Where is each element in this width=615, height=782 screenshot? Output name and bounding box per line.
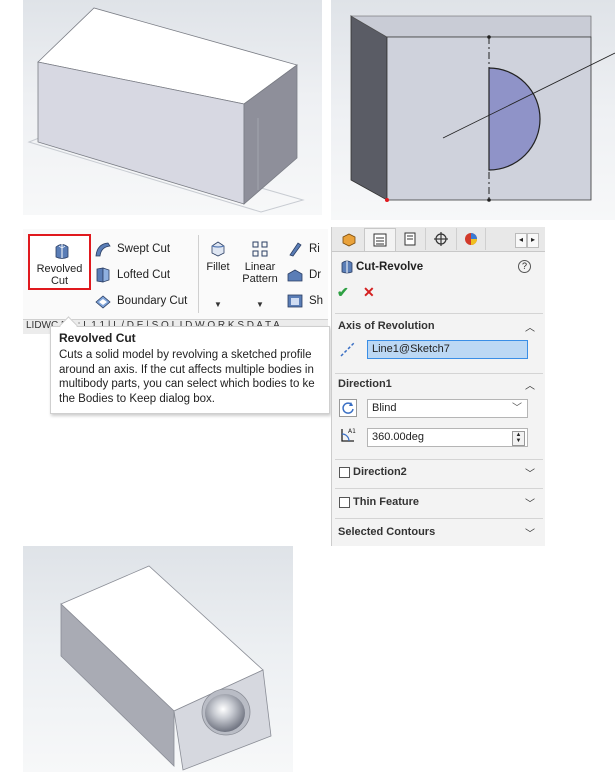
- reverse-direction-button[interactable]: [339, 399, 357, 417]
- chevron-up-icon[interactable]: ︿: [525, 377, 535, 392]
- swept-cut-icon: [95, 242, 111, 257]
- chevron-down-icon[interactable]: ﹀: [525, 465, 535, 480]
- thin-feature-label: Thin Feature: [353, 496, 420, 508]
- configuration-manager-icon: [404, 232, 416, 246]
- ok-button[interactable]: ✔: [337, 284, 349, 301]
- boundary-cut-button[interactable]: Boundary Cut: [94, 292, 187, 310]
- direction2-checkbox[interactable]: [339, 467, 350, 478]
- end-condition-select[interactable]: Blind ﹀: [367, 399, 528, 418]
- separator: [335, 459, 543, 460]
- tab-dimxpert-manager[interactable]: [426, 228, 457, 250]
- angle-value: 360.00deg: [372, 431, 424, 443]
- shell-button[interactable]: Sh: [286, 292, 323, 310]
- separator: [335, 313, 543, 314]
- tooltip-body: Cuts a solid model by revolving a sketch…: [59, 349, 315, 405]
- ribbon-divider: [198, 235, 199, 313]
- linear-pattern-icon: [252, 241, 268, 257]
- boundary-cut-icon: [95, 295, 111, 309]
- graphics-viewport-result[interactable]: [23, 546, 293, 772]
- linear-pattern-label: Linear Pattern: [242, 261, 278, 285]
- rib-icon: [289, 242, 302, 257]
- tab-property-manager[interactable]: [364, 228, 396, 251]
- block-left-face: [350, 15, 388, 201]
- rib-button[interactable]: Ri: [286, 240, 320, 258]
- lofted-cut-icon: [96, 267, 110, 283]
- chevron-down-icon[interactable]: ﹀: [525, 495, 535, 510]
- draft-icon: [287, 269, 303, 282]
- chevron-down-icon[interactable]: ﹀: [525, 525, 535, 540]
- crosshair-icon: [434, 232, 448, 246]
- property-manager-title: Cut-Revolve: [356, 261, 424, 273]
- tooltip-title: Revolved Cut: [59, 331, 136, 345]
- fillet-button[interactable]: Fillet: [204, 240, 232, 273]
- cancel-button[interactable]: ✕: [363, 284, 375, 301]
- draft-button[interactable]: Dr: [286, 266, 321, 284]
- revolved-cut-label: Revolved Cut: [36, 263, 83, 287]
- lofted-cut-button[interactable]: Lofted Cut: [94, 266, 170, 284]
- tabs-scroll-right[interactable]: ▸: [527, 233, 539, 248]
- revolved-cut-button[interactable]: Revolved Cut: [28, 234, 91, 290]
- lofted-cut-label: Lofted Cut: [117, 269, 171, 281]
- cut-revolve-property-manager: ◂ ▸ Cut-Revolve ? ✔ ✕ Axis of Revolution…: [331, 227, 545, 546]
- axis-of-revolution-header[interactable]: Axis of Revolution: [338, 320, 435, 332]
- revolved-cut-icon: [55, 244, 69, 259]
- selected-contours-header[interactable]: Selected Contours: [338, 526, 435, 538]
- axis-selection-field[interactable]: Line1@Sketch7: [367, 340, 528, 359]
- feature-manager-icon: [342, 233, 356, 247]
- fillet-dropdown-arrow[interactable]: ▼: [214, 298, 222, 310]
- shell-label: Sh: [309, 295, 324, 307]
- angle-icon: A1: [341, 428, 356, 442]
- display-manager-icon: [465, 233, 477, 245]
- revolved-cut-hole-inner: [205, 694, 245, 732]
- manager-tabs: ◂ ▸: [332, 227, 545, 252]
- graphics-viewport-sketch[interactable]: [331, 0, 615, 220]
- graphics-viewport-block[interactable]: [23, 0, 322, 215]
- direction2-label: Direction2: [353, 466, 407, 478]
- thin-feature-checkbox[interactable]: [339, 497, 350, 508]
- fillet-icon: [211, 241, 225, 257]
- swept-cut-button[interactable]: Swept Cut: [94, 240, 170, 258]
- draft-label: Dr: [309, 269, 322, 281]
- cut-revolve-icon: [341, 260, 353, 274]
- revolved-cut-tooltip: Revolved Cut Cuts a solid model by revol…: [50, 326, 330, 414]
- origin-point: [385, 198, 389, 202]
- linear-pattern-dropdown-arrow[interactable]: ▼: [256, 298, 264, 310]
- boundary-cut-label: Boundary Cut: [117, 295, 188, 307]
- rib-label: Ri: [309, 243, 320, 255]
- shell-icon: [287, 294, 303, 308]
- reverse-direction-icon: [342, 402, 354, 414]
- tab-display-manager[interactable]: [457, 228, 486, 250]
- direction1-header[interactable]: Direction1: [338, 378, 392, 390]
- swept-cut-label: Swept Cut: [117, 243, 171, 255]
- fillet-label: Fillet: [206, 261, 230, 273]
- angle-input[interactable]: 360.00deg ▲ ▼: [367, 428, 528, 447]
- separator: [335, 518, 543, 519]
- help-icon[interactable]: ?: [518, 260, 531, 273]
- separator: [335, 488, 543, 489]
- linear-pattern-button[interactable]: Linear Pattern: [240, 240, 280, 285]
- chevron-down-icon: ﹀: [512, 403, 522, 414]
- svg-text:A1: A1: [348, 428, 356, 435]
- axis-icon: [340, 341, 356, 357]
- tab-feature-manager[interactable]: [334, 228, 365, 250]
- tab-configuration-manager[interactable]: [395, 228, 426, 250]
- separator: [335, 373, 543, 374]
- angle-spin-buttons[interactable]: ▲ ▼: [512, 431, 525, 446]
- end-condition-value: Blind: [372, 402, 397, 414]
- property-manager-icon: [373, 233, 387, 247]
- chevron-up-icon[interactable]: ︿: [525, 319, 535, 334]
- tabs-scroll-left[interactable]: ◂: [515, 233, 527, 248]
